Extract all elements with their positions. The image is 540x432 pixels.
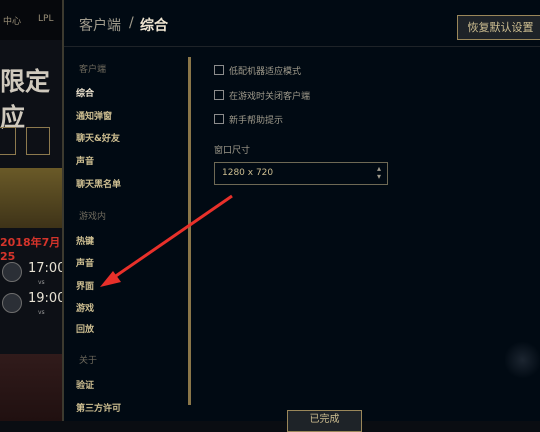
annotation-arrow-icon [100, 194, 233, 287]
